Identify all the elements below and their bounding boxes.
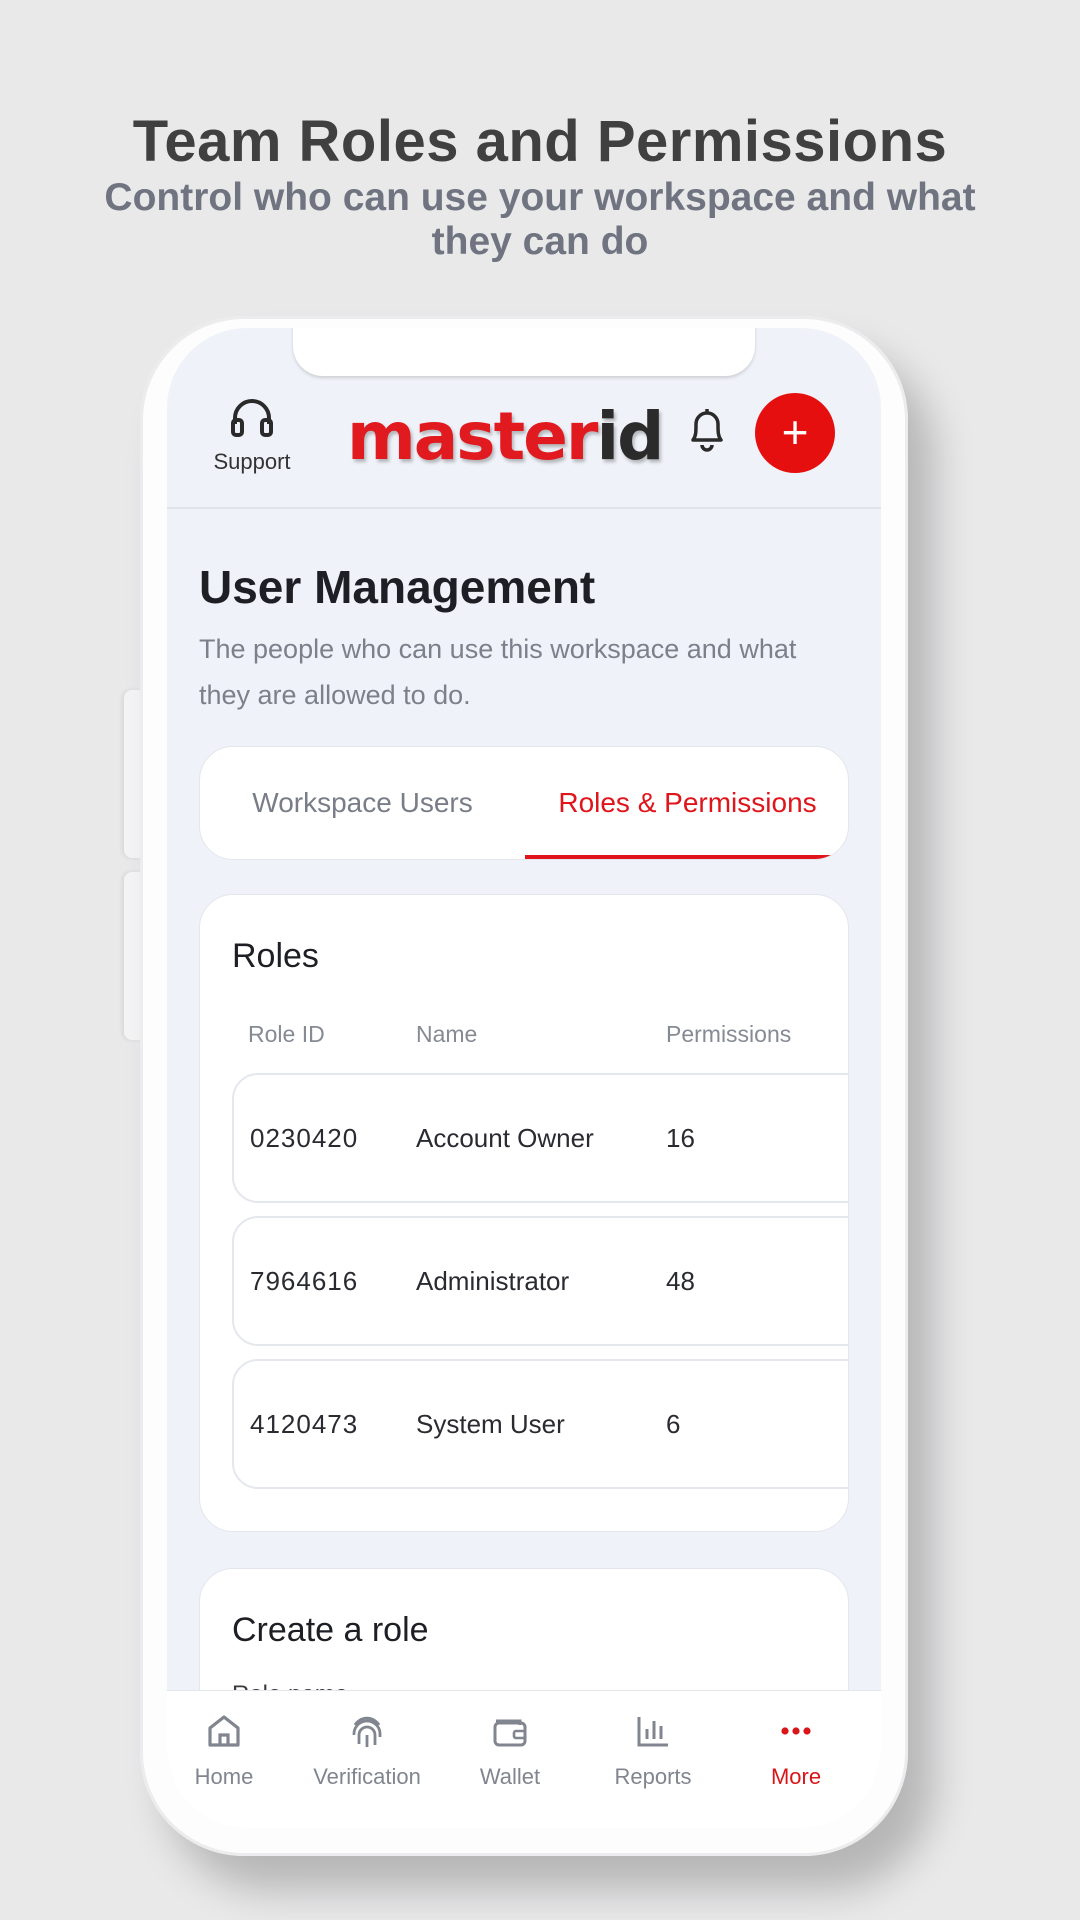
bottom-navigation: Home Verification Wallet Reports More [167,1690,881,1828]
page-title: User Management [199,561,596,613]
promo-headline: Team Roles and Permissions [132,109,948,174]
page-description: The people who can use this workspace an… [199,634,797,710]
table-row[interactable]: 7964616 Administrator 48 [232,1216,848,1346]
nav-label: Wallet [479,1764,541,1789]
role-id-cell: 7964616 [250,1266,359,1296]
active-tab-indicator [525,855,848,859]
role-permissions-cell: 48 [666,1266,695,1296]
support-label: Support [213,449,291,474]
column-header-role-id: Role ID [248,1021,325,1047]
tab-workspace-users[interactable]: Workspace Users [200,747,525,859]
role-permissions-cell: 16 [666,1123,695,1153]
nav-verification[interactable]: Verification [297,1711,437,1790]
nav-wallet[interactable]: Wallet [440,1711,580,1790]
promo-subline: Control who can use your workspace and w… [104,176,976,263]
roles-card: Roles Role ID Name Permissions 0230420 A… [199,894,849,1532]
role-name-cell: System User [416,1409,565,1439]
create-role-title: Create a role [232,1611,429,1649]
add-button[interactable]: + [755,393,835,473]
tab-roles-permissions[interactable]: Roles & Permissions [525,747,848,859]
bar-chart-icon [637,1717,668,1747]
nav-more[interactable]: More [726,1711,866,1790]
wallet-icon [493,1719,527,1747]
nav-label: Home [194,1764,254,1789]
nav-reports[interactable]: Reports [583,1711,723,1790]
nav-label: Reports [614,1764,692,1789]
column-header-permissions: Permissions [666,1021,792,1047]
table-row[interactable]: 4120473 System User 6 [232,1359,848,1489]
role-permissions-cell: 6 [666,1409,681,1439]
role-id-cell: 4120473 [250,1409,359,1439]
nav-home[interactable]: Home [167,1711,294,1790]
fingerprint-icon [352,1716,382,1747]
roles-title: Roles [232,937,319,975]
role-id-cell: 0230420 [250,1123,359,1153]
column-header-name: Name [416,1021,478,1047]
nav-label: Verification [313,1764,421,1789]
tab-bar: Workspace Users Roles & Permissions [199,746,849,860]
phone-screen: Support masterid + User Management The p… [167,328,881,1828]
more-dots-icon [781,1727,811,1735]
home-icon [208,1715,240,1747]
table-row[interactable]: 0230420 Account Owner 16 [232,1073,848,1203]
notifications-bell-icon[interactable] [684,404,730,459]
nav-label: More [770,1764,822,1789]
phone-notch [293,328,755,376]
role-name-cell: Administrator [416,1266,570,1296]
header-divider [167,507,881,509]
role-name-cell: Account Owner [416,1123,594,1153]
support-button[interactable]: Support [207,396,297,475]
headset-icon [231,399,273,437]
masterid-logo[interactable]: masterid [347,398,664,475]
